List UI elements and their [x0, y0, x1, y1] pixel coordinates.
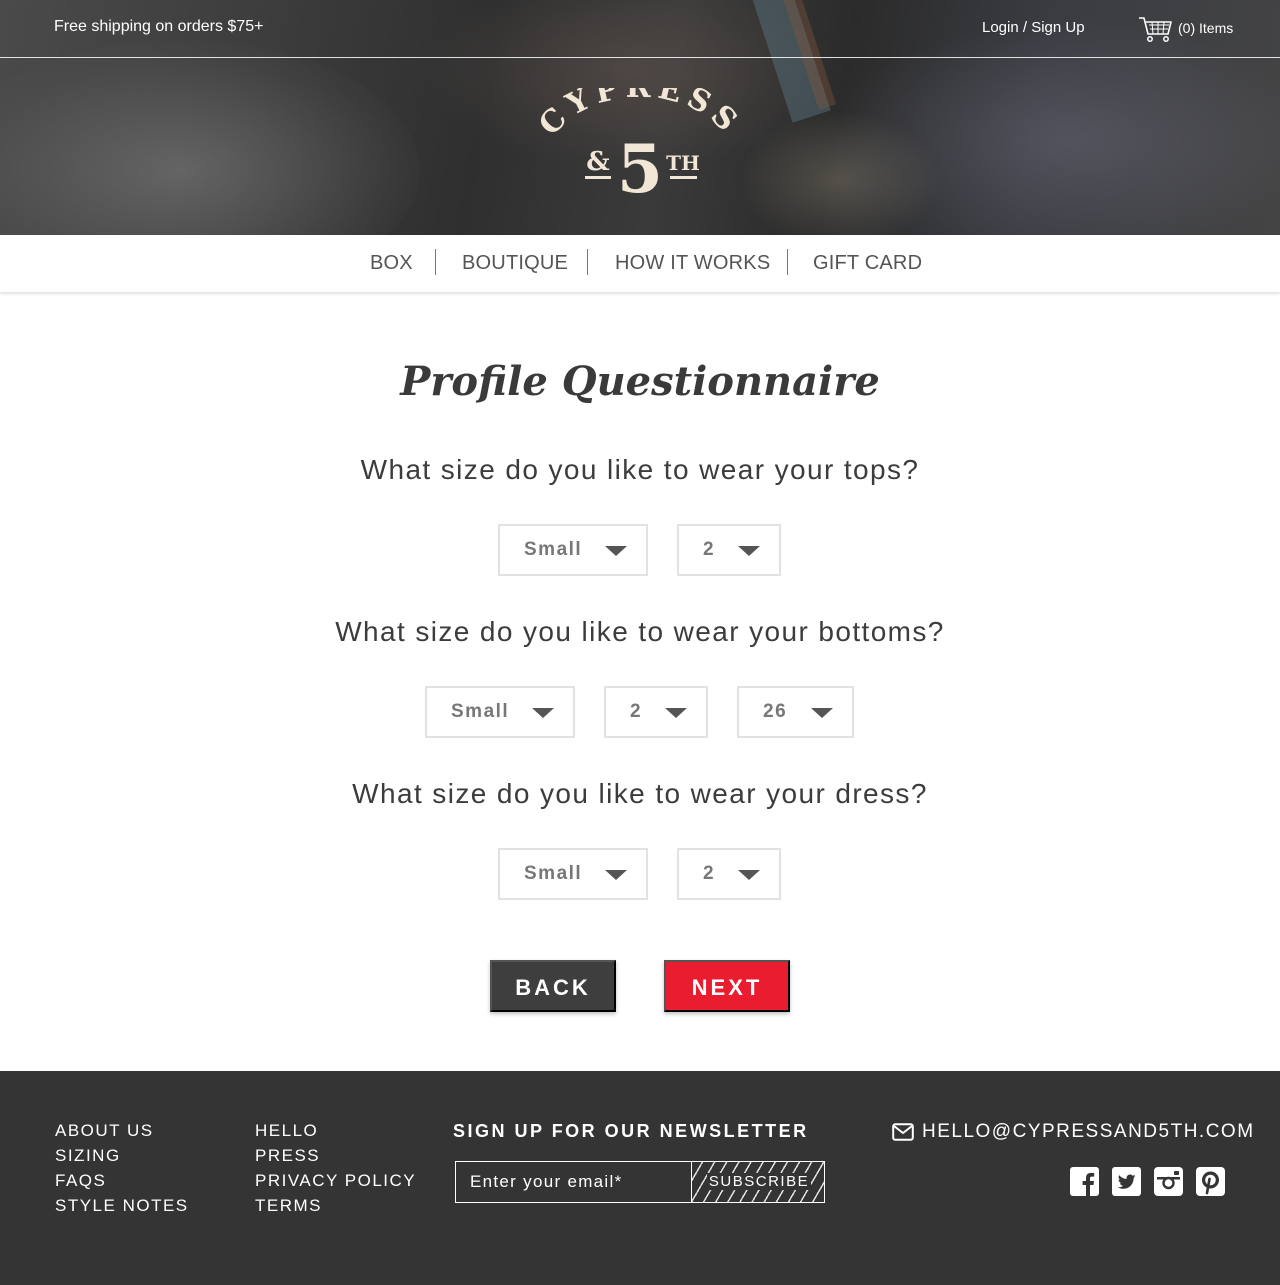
- footer-link-press[interactable]: PRESS: [255, 1146, 320, 1166]
- nav-divider: [435, 249, 436, 275]
- question-tops: What size do you like to wear your tops?: [360, 454, 920, 485]
- chevron-down-icon: [605, 546, 627, 556]
- top-bar: Free shipping on orders $75+ Login / Sig…: [0, 0, 1280, 58]
- email-placeholder: Enter your email*: [470, 1172, 623, 1191]
- twitter-icon[interactable]: [1112, 1167, 1141, 1196]
- chevron-down-icon: [665, 708, 687, 718]
- subscribe-button[interactable]: SUBSCRIBE: [691, 1161, 825, 1203]
- newsletter-email-input[interactable]: Enter your email*: [455, 1161, 692, 1203]
- cypress-5th-logo[interactable]: CYPRESS & 5 TH: [530, 70, 750, 208]
- svg-text:&: &: [586, 147, 609, 177]
- cart-count[interactable]: (0) Items: [1178, 20, 1233, 36]
- hero-background: [0, 40, 420, 235]
- next-button[interactable]: NEXT: [664, 960, 790, 1012]
- tops-number-select[interactable]: 2: [677, 524, 781, 576]
- svg-text:5: 5: [617, 130, 663, 208]
- footer-link-terms[interactable]: TERMS: [255, 1196, 322, 1216]
- back-button[interactable]: BACK: [490, 960, 616, 1012]
- subscribe-label: SUBSCRIBE: [706, 1173, 812, 1190]
- bottoms-number-select[interactable]: 2: [604, 686, 708, 738]
- newsletter-heading: SIGN UP FOR OUR NEWSLETTER: [453, 1121, 809, 1141]
- bottoms-size-select[interactable]: Small: [425, 686, 575, 738]
- footer-link-privacy-policy[interactable]: PRIVACY POLICY: [255, 1171, 416, 1191]
- instagram-icon[interactable]: [1154, 1167, 1183, 1196]
- page-title: Profile Questionnaire: [400, 358, 880, 405]
- footer-link-hello[interactable]: HELLO: [255, 1121, 318, 1141]
- nav-item-gift-card[interactable]: GIFT CARD: [813, 252, 922, 275]
- login-signup-link[interactable]: Login / Sign Up: [982, 19, 1085, 36]
- footer-link-style-notes[interactable]: STYLE NOTES: [55, 1196, 189, 1216]
- mail-icon: [892, 1123, 914, 1141]
- pinterest-icon[interactable]: [1196, 1167, 1225, 1196]
- svg-text:TH: TH: [666, 151, 700, 175]
- footer-link-sizing[interactable]: SIZING: [55, 1146, 121, 1166]
- footer-link-about-us[interactable]: ABOUT US: [55, 1121, 154, 1141]
- site-footer: ABOUT US SIZING FAQS STYLE NOTES HELLO P…: [0, 1071, 1280, 1285]
- hero-header: Free shipping on orders $75+ Login / Sig…: [0, 0, 1280, 235]
- chevron-down-icon: [532, 708, 554, 718]
- bottoms-waist-select[interactable]: 26: [737, 686, 854, 738]
- shipping-banner: Free shipping on orders $75+: [54, 18, 264, 35]
- chevron-down-icon: [738, 546, 760, 556]
- dress-size-select[interactable]: Small: [498, 848, 648, 900]
- chevron-down-icon: [738, 870, 760, 880]
- question-bottoms: What size do you like to wear your botto…: [335, 616, 945, 647]
- footer-link-faqs[interactable]: FAQS: [55, 1171, 106, 1191]
- chevron-down-icon: [811, 708, 833, 718]
- nav-item-box[interactable]: BOX: [370, 252, 413, 275]
- tops-size-select[interactable]: Small: [498, 524, 648, 576]
- dress-number-select[interactable]: 2: [677, 848, 781, 900]
- nav-item-how-it-works[interactable]: HOW IT WORKS: [615, 252, 770, 275]
- facebook-icon[interactable]: [1070, 1167, 1099, 1196]
- main-nav: BOX BOUTIQUE HOW IT WORKS GIFT CARD: [0, 235, 1280, 292]
- chevron-down-icon: [605, 870, 627, 880]
- question-dress: What size do you like to wear your dress…: [352, 778, 928, 809]
- contact-email-link[interactable]: HELLO@CYPRESSAND5TH.COM: [922, 1121, 1255, 1143]
- nav-divider: [787, 249, 788, 275]
- shopping-cart-icon[interactable]: [1138, 15, 1174, 43]
- nav-divider: [587, 249, 588, 275]
- nav-item-boutique[interactable]: BOUTIQUE: [462, 252, 568, 275]
